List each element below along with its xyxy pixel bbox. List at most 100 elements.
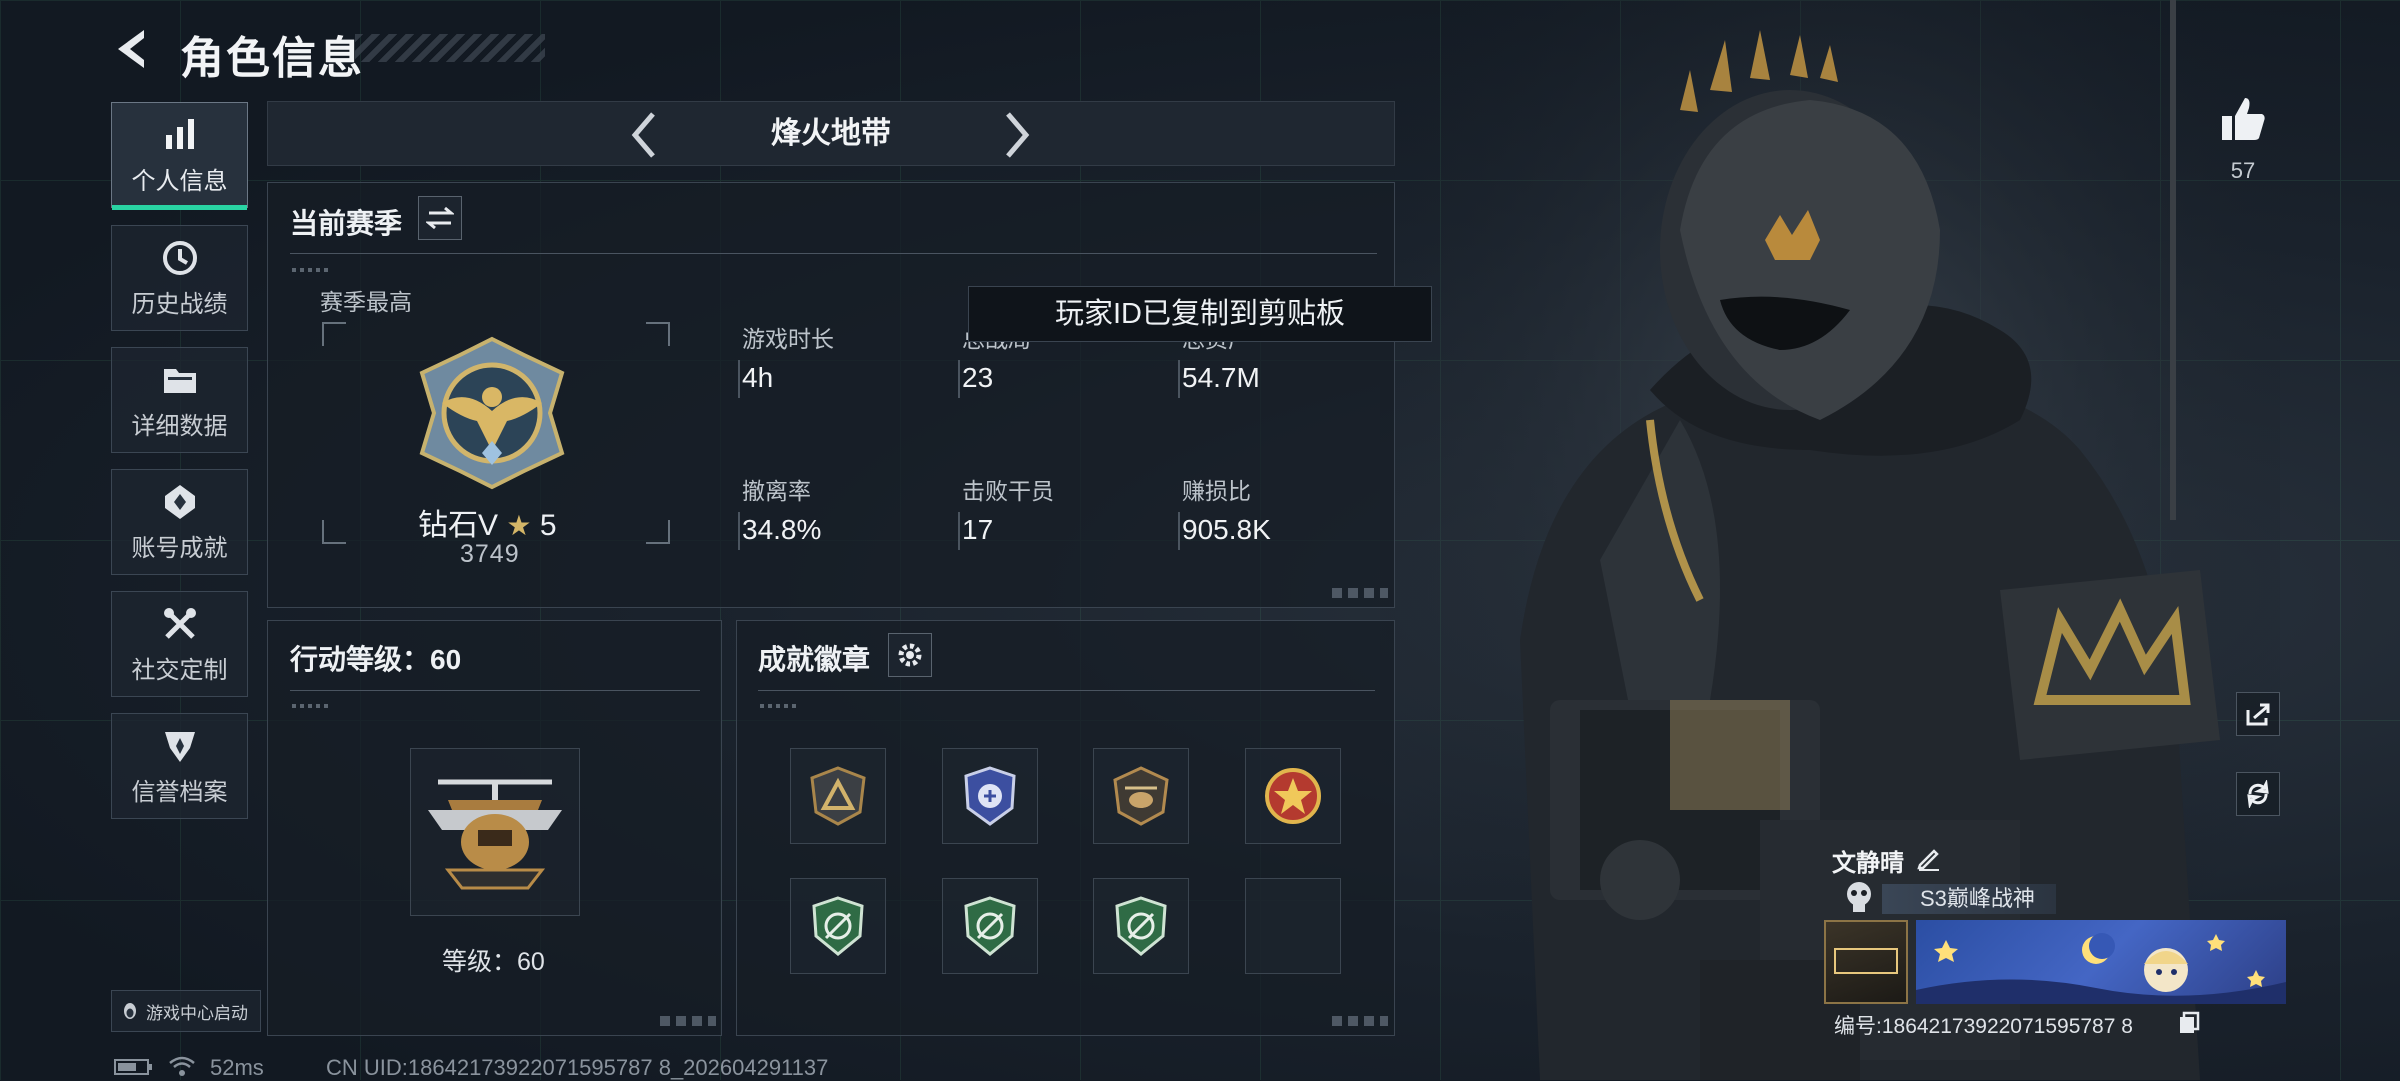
uid-text: CN UID:18642173922071595787 8_2026042911… [326, 1055, 829, 1080]
stat-marker [738, 512, 740, 550]
qq-penguin-icon [124, 1003, 136, 1019]
badge-slot[interactable] [942, 748, 1038, 844]
bar-chart-icon [165, 118, 194, 149]
season-best-label: 赛季最高 [320, 289, 412, 315]
nav-item-reputation[interactable]: 信誉档案 [111, 713, 248, 819]
decor-dash [760, 704, 796, 708]
season-divider [290, 253, 1377, 254]
rank-score: 3749 [460, 540, 520, 568]
nav-item-social[interactable]: 社交定制 [111, 591, 248, 697]
stat-marker [1178, 512, 1180, 550]
nav-item-personal-info[interactable]: 个人信息 [111, 102, 248, 210]
action-level-divider [290, 690, 700, 691]
rank-diamond-emblem [419, 336, 565, 490]
like-count: 57 [2230, 158, 2256, 183]
nav-item-achievements[interactable]: 账号成就 [111, 469, 248, 575]
stat-marker [738, 360, 740, 398]
history-icon [162, 240, 197, 275]
panel-corner-marks [660, 1016, 716, 1026]
nav-label: 社交定制 [131, 656, 228, 684]
stat-label-playtime: 游戏时长 [742, 326, 834, 352]
title-badge: S3巅峰战神 [1882, 884, 2056, 914]
police-badge-icon [964, 766, 1016, 826]
helicopter-level-emblem [428, 779, 562, 890]
achievements-settings-button[interactable] [888, 633, 932, 677]
frame-corner [322, 322, 346, 346]
player-id: 编号:18642173922071595787 8 [1834, 1015, 2133, 1038]
stat-value-extract-rate: 34.8% [742, 514, 822, 545]
back-arrow-icon[interactable] [110, 26, 156, 72]
frame-corner [322, 520, 346, 544]
title-decoration [355, 34, 545, 62]
refresh-button[interactable] [2236, 772, 2280, 816]
rank-name-text: 钻石V [418, 509, 499, 542]
stat-label-extract-rate: 撤离率 [742, 478, 811, 504]
decor-dash [292, 704, 328, 708]
avatar-frame[interactable] [1824, 920, 1908, 1004]
edit-pencil-icon[interactable] [1916, 845, 1942, 871]
season-title: 当前赛季 [290, 208, 403, 239]
game-center-label: 游戏中心启动 [146, 1003, 248, 1023]
frame-corner [646, 520, 670, 544]
share-button[interactable] [2236, 692, 2280, 736]
helicopter-badge-icon [1113, 766, 1169, 826]
rank-stars: 5 [539, 509, 557, 542]
green-shield-badge-icon [964, 896, 1016, 956]
nav-label: 历史战绩 [131, 290, 228, 318]
profile-banner[interactable] [1916, 920, 2286, 1004]
achievements-divider [758, 690, 1375, 691]
copy-icon[interactable] [2178, 1011, 2200, 1035]
nav-item-detail-data[interactable]: 详细数据 [111, 347, 248, 453]
badge-slot[interactable] [942, 878, 1038, 974]
chevron-left-icon[interactable] [627, 110, 661, 160]
folder-icon [163, 368, 196, 393]
achievements-title: 成就徽章 [758, 644, 871, 675]
nav-label: 信誉档案 [131, 778, 228, 806]
chevron-right-icon[interactable] [1000, 110, 1034, 160]
battery-icon [114, 1059, 152, 1075]
stat-value-profit-ratio: 905.8K [1182, 514, 1271, 545]
stat-marker [1178, 360, 1180, 398]
tools-icon [163, 607, 196, 639]
badge-slot-empty[interactable] [1245, 878, 1341, 974]
badge-slot[interactable] [790, 748, 886, 844]
decor-dash [292, 268, 328, 272]
achievement-icon [164, 484, 195, 519]
season-switch-button[interactable] [418, 196, 462, 240]
nav-item-history[interactable]: 历史战绩 [111, 225, 248, 331]
panel-corner-marks [1332, 588, 1388, 598]
badge-slot[interactable] [1093, 878, 1189, 974]
mode-title: 烽火地带 [771, 117, 891, 150]
character-portrait [1380, 0, 2280, 1080]
nav-label: 个人信息 [131, 167, 228, 195]
ping-text: 52ms [210, 1055, 264, 1080]
star-medal-badge-icon [1265, 768, 1321, 824]
swap-icon [426, 206, 454, 230]
game-center-button[interactable]: 游戏中心启动 [111, 990, 261, 1032]
panel-corner-marks [1332, 1016, 1388, 1026]
green-shield-badge-icon [812, 896, 864, 956]
gear-icon [898, 643, 922, 667]
stat-value-matches: 23 [962, 362, 994, 393]
page-title: 角色信息 [180, 34, 364, 83]
badge-slot[interactable] [1245, 748, 1341, 844]
avatar-sign [1834, 948, 1898, 974]
like-icon[interactable] [2218, 94, 2268, 144]
green-shield-badge-icon [1115, 896, 1167, 956]
frame-corner [646, 322, 670, 346]
stat-value-kills: 17 [962, 514, 994, 545]
rank-name: 钻石V ★ 5 [418, 500, 557, 544]
stat-label-kills: 击败干员 [962, 478, 1054, 504]
badge-slot[interactable] [790, 878, 886, 974]
star-icon: ★ [506, 510, 532, 541]
shield-rank-icon [164, 731, 195, 762]
nav-label: 详细数据 [131, 412, 228, 440]
stat-marker [958, 512, 960, 550]
wifi-icon [169, 1056, 195, 1076]
stat-marker [958, 360, 960, 398]
copy-toast: 玩家ID已复制到剪贴板 [968, 286, 1432, 342]
nav-label: 账号成就 [131, 534, 228, 562]
skull-title-icon [1847, 882, 1871, 912]
badge-slot[interactable] [1093, 748, 1189, 844]
stat-label-profit-ratio: 赚损比 [1182, 478, 1251, 504]
